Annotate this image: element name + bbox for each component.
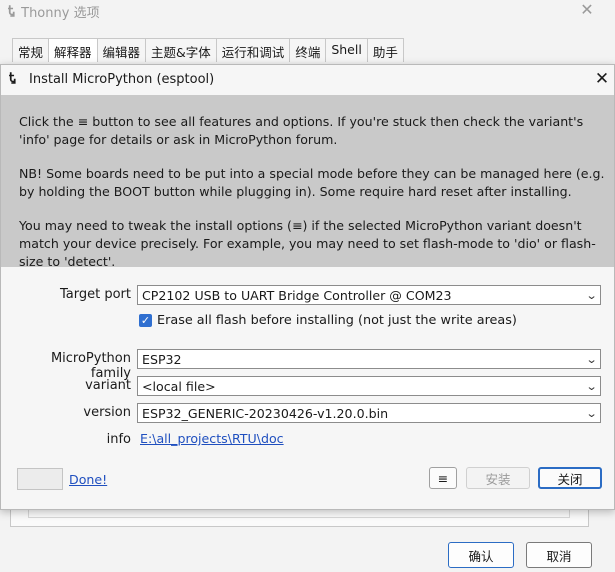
variant-select[interactable]: <local file> ⌄ xyxy=(137,376,601,396)
done-link[interactable]: Done! xyxy=(69,472,107,487)
erase-flash-label[interactable]: Erase all flash before installing (not j… xyxy=(157,313,517,328)
options-menu-button[interactable]: ≡ xyxy=(429,467,457,489)
tab-7[interactable]: Shell xyxy=(325,38,368,62)
tab-5[interactable]: 运行和调试 xyxy=(215,38,291,62)
info-link[interactable]: E:\all_projects\RTU\doc xyxy=(140,431,284,446)
options-tabs: 常规 解释器 编辑器 主题&字体 运行和调试 终端 Shell 助手 xyxy=(12,38,404,62)
info-text-boards: NB! Some boards need to be put into a sp… xyxy=(19,166,605,199)
install-micropython-dialog: Ꮏ Install MicroPython (esptool) ✕ Click … xyxy=(0,64,615,510)
tab-1[interactable]: 常规 xyxy=(12,38,50,62)
tab-4[interactable]: 主题&字体 xyxy=(145,38,217,62)
target-port-select[interactable]: CP2102 USB to UART Bridge Controller @ C… xyxy=(137,285,601,305)
tab-8[interactable]: 助手 xyxy=(366,38,404,62)
version-label: version xyxy=(83,405,131,420)
family-value: ESP32 xyxy=(142,351,182,367)
info-panel: Click the ≡ button to see all features a… xyxy=(1,95,614,269)
options-window-title: Thonny 选项 xyxy=(21,5,100,21)
options-inner-frame xyxy=(28,510,570,518)
options-window-titlebar: Ꮏ Thonny 选项 xyxy=(8,2,100,21)
erase-flash-checkbox[interactable]: ✓ xyxy=(139,314,152,327)
info-text-options: You may need to tweak the install option… xyxy=(19,218,596,269)
dialog-close-icon[interactable]: ✕ xyxy=(593,69,611,89)
family-label: MicroPython family xyxy=(50,351,131,381)
options-close-icon[interactable]: ✕ xyxy=(575,0,599,20)
ok-button[interactable]: 确认 xyxy=(448,542,514,568)
chevron-down-icon: ⌄ xyxy=(585,288,598,302)
chevron-down-icon: ⌄ xyxy=(585,352,598,366)
info-text-features: Click the ≡ button to see all features a… xyxy=(19,114,584,147)
info-label: info xyxy=(106,432,131,447)
family-select[interactable]: ESP32 ⌄ xyxy=(137,349,601,369)
close-button[interactable]: 关闭 xyxy=(538,467,602,489)
tab-6[interactable]: 终端 xyxy=(289,38,327,62)
cancel-button[interactable]: 取消 xyxy=(526,542,592,568)
tab-2[interactable]: 解释器 xyxy=(48,38,98,62)
version-select[interactable]: ESP32_GENERIC-20230426-v1.20.0.bin ⌄ xyxy=(137,403,601,423)
thonny-logo-icon: Ꮏ xyxy=(8,3,16,19)
status-swatch xyxy=(17,468,63,490)
tab-3[interactable]: 编辑器 xyxy=(96,38,147,62)
thonny-logo-icon: Ꮏ xyxy=(9,71,17,86)
chevron-down-icon: ⌄ xyxy=(585,406,598,420)
version-value: ESP32_GENERIC-20230426-v1.20.0.bin xyxy=(142,405,389,421)
chevron-down-icon: ⌄ xyxy=(585,379,598,393)
target-port-value: CP2102 USB to UART Bridge Controller @ C… xyxy=(142,287,452,303)
dialog-titlebar: Ꮏ Install MicroPython (esptool) ✕ xyxy=(1,65,614,95)
variant-value: <local file> xyxy=(142,378,216,394)
install-button[interactable]: 安装 xyxy=(466,467,530,489)
variant-label: variant xyxy=(85,378,131,393)
dialog-title: Install MicroPython (esptool) xyxy=(29,72,215,87)
target-port-label: Target port xyxy=(60,287,131,302)
